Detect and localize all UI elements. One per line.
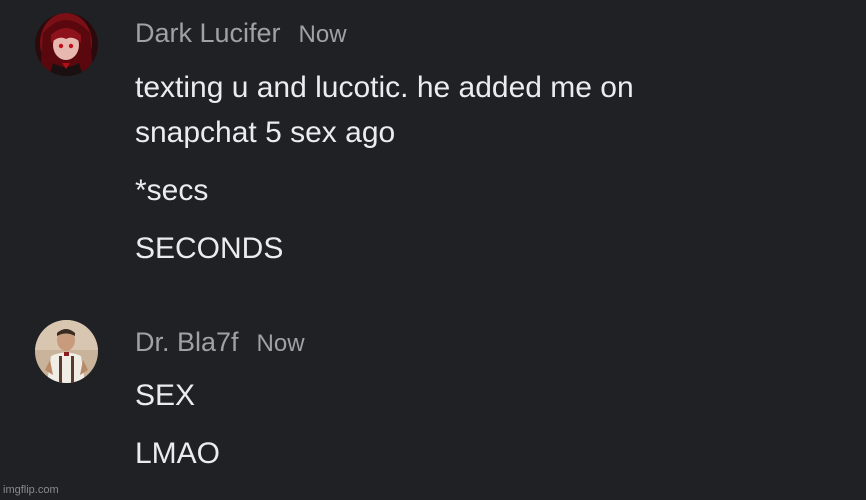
anime-girl-red-avatar-icon: [35, 13, 98, 76]
message-text: LMAO: [135, 437, 221, 470]
imgflip-watermark: imgflip.com: [3, 484, 59, 496]
message-text: snapchat 5 sex ago: [135, 116, 396, 149]
username[interactable]: Dark Lucifer: [135, 18, 281, 48]
medic-character-avatar-icon: [35, 320, 98, 383]
message-text: *secs: [135, 174, 209, 207]
message-text: SEX: [135, 379, 196, 412]
timestamp: Now: [256, 330, 305, 357]
username[interactable]: Dr. Bla7f: [135, 327, 239, 357]
message-header: Dr. Bla7f Now: [135, 327, 305, 358]
message-header: Dark Lucifer Now: [135, 18, 347, 49]
avatar-dr-bla7f[interactable]: [35, 320, 98, 383]
message-text: SECONDS: [135, 232, 284, 265]
avatar-dark-lucifer[interactable]: [35, 13, 98, 76]
timestamp: Now: [298, 21, 347, 48]
message-text: texting u and lucotic. he added me on: [135, 71, 634, 104]
